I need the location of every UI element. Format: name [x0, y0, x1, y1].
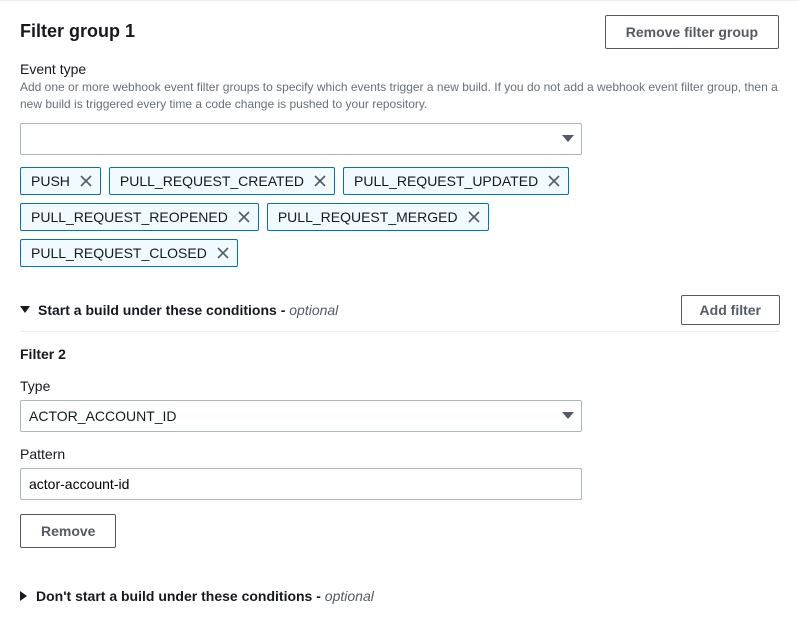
event-type-description: Add one or more webhook event filter gro…: [20, 79, 779, 113]
token-label: PULL_REQUEST_CREATED: [120, 173, 304, 189]
event-type-token: PULL_REQUEST_UPDATED: [343, 167, 569, 195]
close-icon[interactable]: [548, 175, 560, 187]
close-icon[interactable]: [80, 175, 92, 187]
event-type-token: PULL_REQUEST_REOPENED: [20, 203, 259, 231]
filter-group-title: Filter group 1: [20, 21, 135, 42]
token-label: PULL_REQUEST_UPDATED: [354, 173, 538, 189]
remove-filter-group-button[interactable]: Remove filter group: [605, 15, 779, 49]
filter-type-select[interactable]: ACTOR_ACCOUNT_ID: [20, 400, 582, 432]
filter-type-value: ACTOR_ACCOUNT_ID: [29, 408, 177, 424]
start-conditions-title: Start a build under these conditions -: [38, 302, 285, 318]
filter-type-label: Type: [20, 378, 582, 394]
dont-start-conditions-toggle[interactable]: Don't start a build under these conditio…: [20, 588, 779, 604]
event-type-token: PUSH: [20, 167, 101, 195]
event-type-label: Event type: [20, 61, 779, 77]
filter-name: Filter 2: [20, 346, 582, 362]
filter-pattern-input[interactable]: [20, 468, 582, 500]
start-conditions-optional: optional: [289, 302, 338, 318]
remove-filter-button[interactable]: Remove: [20, 514, 116, 548]
event-type-token: PULL_REQUEST_CREATED: [109, 167, 335, 195]
dont-start-conditions-optional: optional: [325, 588, 374, 604]
close-icon[interactable]: [468, 211, 480, 223]
event-type-tokens: PUSH PULL_REQUEST_CREATED PULL_REQUEST_UPD…: [20, 167, 582, 267]
event-type-token: PULL_REQUEST_CLOSED: [20, 239, 238, 267]
close-icon[interactable]: [314, 175, 326, 187]
token-label: PULL_REQUEST_REOPENED: [31, 209, 228, 225]
caret-down-icon: [20, 306, 30, 314]
token-label: PULL_REQUEST_CLOSED: [31, 245, 207, 261]
close-icon[interactable]: [238, 211, 250, 223]
event-type-token: PULL_REQUEST_MERGED: [267, 203, 489, 231]
token-label: PULL_REQUEST_MERGED: [278, 209, 458, 225]
event-type-select[interactable]: [20, 123, 582, 155]
add-filter-button[interactable]: Add filter: [681, 295, 780, 325]
token-label: PUSH: [31, 173, 70, 189]
start-conditions-toggle[interactable]: Start a build under these conditions - o…: [20, 302, 338, 318]
dont-start-conditions-title: Don't start a build under these conditio…: [36, 588, 321, 604]
filter-pattern-label: Pattern: [20, 446, 582, 462]
close-icon[interactable]: [217, 247, 229, 259]
caret-right-icon: [20, 591, 28, 601]
